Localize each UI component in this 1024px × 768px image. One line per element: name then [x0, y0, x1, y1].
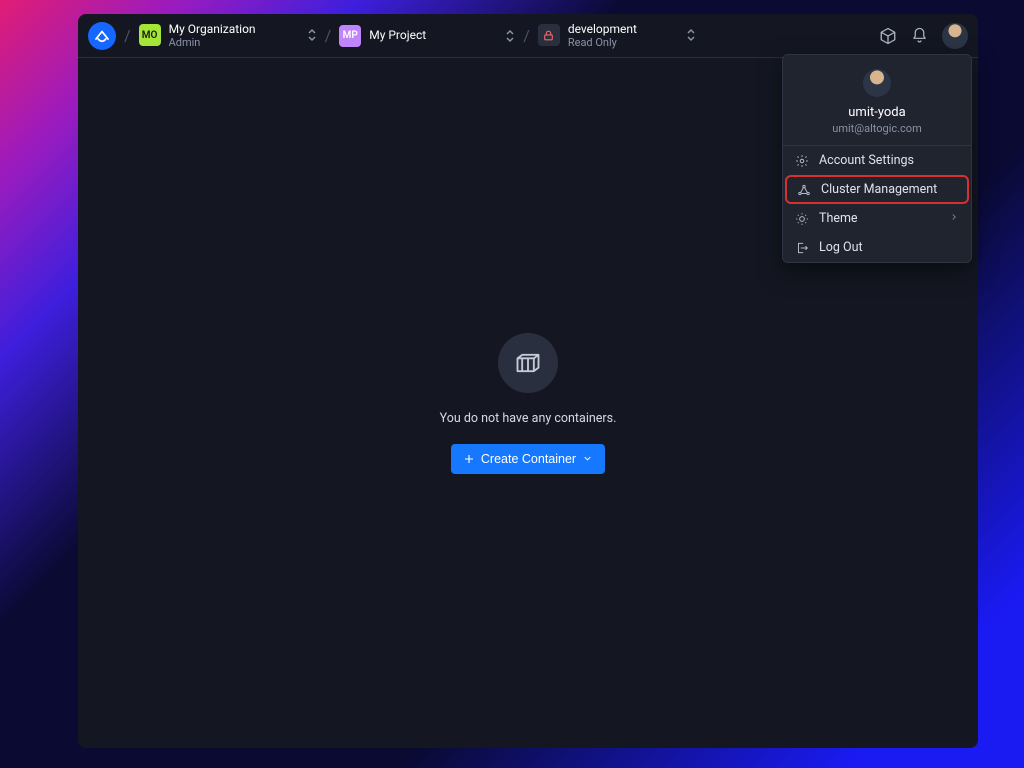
project-name: My Project: [369, 28, 426, 42]
user-avatar-button[interactable]: [942, 23, 968, 49]
menu-item-log-out[interactable]: Log Out: [783, 233, 971, 262]
org-text: My Organization Admin: [169, 22, 256, 50]
sun-icon: [795, 212, 809, 226]
environment-switcher[interactable]: development Read Only: [538, 22, 676, 50]
environment-switch-icon[interactable]: [686, 28, 696, 42]
notifications-button[interactable]: [911, 27, 928, 44]
user-menu-username: umit-yoda: [848, 105, 905, 120]
project-badge: MP: [339, 25, 361, 47]
user-menu: umit-yoda umit@altogic.com Account Setti…: [782, 54, 972, 263]
logout-icon: [795, 241, 809, 255]
topbar: / MO My Organization Admin / MP My Proje…: [78, 14, 978, 58]
org-switch-icon[interactable]: [307, 28, 317, 42]
package-icon: [879, 27, 897, 45]
chevron-up-down-icon: [505, 29, 515, 43]
gear-icon: [795, 154, 809, 168]
menu-item-label: Cluster Management: [821, 182, 937, 197]
org-role: Admin: [169, 36, 256, 49]
org-switcher[interactable]: MO My Organization Admin: [139, 22, 297, 50]
plus-icon: [463, 453, 475, 465]
bell-icon: [911, 27, 928, 44]
environment-text: development Read Only: [568, 22, 637, 50]
empty-state-message: You do not have any containers.: [440, 411, 617, 426]
org-badge: MO: [139, 24, 161, 46]
app-logo[interactable]: [88, 22, 116, 50]
chevron-up-down-icon: [307, 28, 317, 42]
lock-icon: [542, 29, 555, 42]
logo-icon: [93, 27, 111, 45]
package-button[interactable]: [879, 27, 897, 45]
breadcrumb-separator: /: [325, 26, 332, 45]
create-container-label: Create Container: [481, 452, 576, 466]
create-container-button[interactable]: Create Container: [451, 444, 605, 474]
user-menu-header: umit-yoda umit@altogic.com: [783, 55, 971, 146]
menu-item-label: Account Settings: [819, 153, 914, 168]
menu-item-label: Log Out: [819, 240, 863, 255]
menu-item-theme[interactable]: Theme: [783, 204, 971, 233]
user-menu-email: umit@altogic.com: [832, 122, 921, 135]
environment-name: development: [568, 22, 637, 36]
chevron-up-down-icon: [686, 28, 696, 42]
project-switch-icon[interactable]: [505, 29, 515, 43]
container-icon: [514, 349, 542, 377]
empty-state-icon-wrap: [498, 333, 558, 393]
breadcrumb-separator: /: [124, 26, 131, 45]
menu-item-label: Theme: [819, 211, 858, 226]
environment-mode: Read Only: [568, 36, 637, 49]
chevron-right-icon: [949, 211, 959, 226]
breadcrumb-separator: /: [523, 26, 530, 45]
chevron-down-icon: [582, 453, 593, 464]
org-name: My Organization: [169, 22, 256, 36]
project-text: My Project: [369, 28, 426, 42]
menu-item-account-settings[interactable]: Account Settings: [783, 146, 971, 175]
app-window: / MO My Organization Admin / MP My Proje…: [78, 14, 978, 748]
environment-badge: [538, 24, 560, 46]
user-menu-avatar: [863, 69, 891, 97]
menu-item-cluster-management[interactable]: Cluster Management: [785, 175, 969, 204]
topbar-actions: [879, 23, 968, 49]
project-switcher[interactable]: MP My Project: [339, 25, 495, 47]
network-icon: [797, 183, 811, 197]
